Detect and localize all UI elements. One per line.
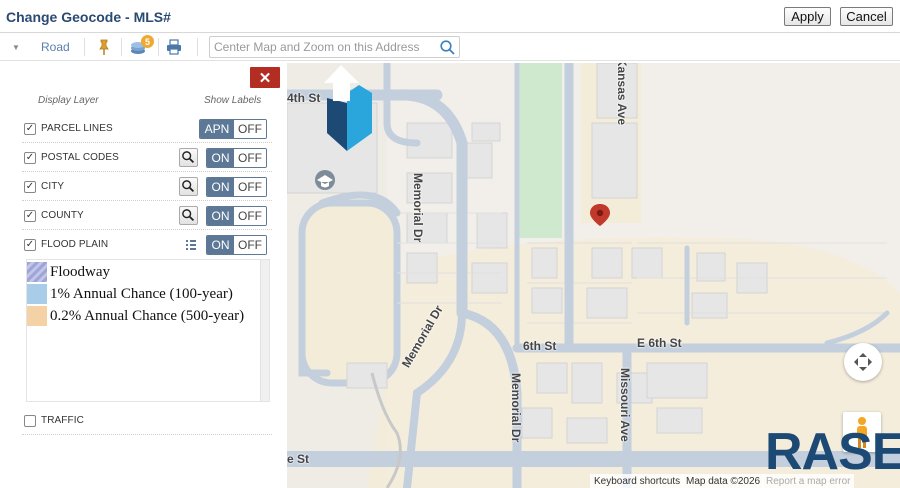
toggle-off[interactable]: OFF (234, 207, 266, 225)
search-icon[interactable] (439, 39, 456, 56)
rase-logo-icon (324, 65, 372, 151)
legend-label: 0.2% Annual Chance (500-year) (50, 307, 245, 324)
toggle-off[interactable]: OFF (234, 149, 266, 167)
street-label-bottom: e St (287, 452, 310, 466)
magnifier-icon (182, 151, 195, 164)
postal-codes-label-toggle[interactable]: ON OFF (206, 148, 267, 168)
layer-row-traffic: TRAFFIC (22, 409, 272, 435)
street-label-memorial-dr-south: Memorial Dr (509, 373, 523, 443)
map-type-road[interactable]: Road (41, 40, 70, 54)
display-layer-heading: Display Layer (38, 95, 99, 106)
address-search-box[interactable] (209, 36, 460, 58)
toggle-on[interactable]: ON (207, 178, 234, 196)
street-label-missouri-ave: Missouri Ave (618, 368, 632, 442)
parcel-lines-checkbox[interactable]: ✓ (24, 123, 36, 135)
street-label-kansas-ave: Kansas Ave (615, 63, 630, 125)
map-data-attribution: Map data ©2026 (682, 474, 765, 488)
keyboard-shortcuts-link[interactable]: Keyboard shortcuts (590, 474, 685, 488)
street-label-6th-st: 6th St (523, 339, 557, 353)
rase-logo-text: RASE (765, 423, 900, 481)
toggle-on[interactable]: ON (207, 149, 234, 167)
pushpin-icon[interactable] (94, 37, 114, 57)
layer-label: FLOOD PLAIN (41, 239, 109, 250)
500-year-swatch (27, 306, 47, 326)
apply-button[interactable]: Apply (784, 7, 831, 26)
legend-item-500-year: 0.2% Annual Chance (500-year) (27, 306, 244, 326)
flood-legend: Floodway 1% Annual Chance (100-year) 0.2… (26, 259, 270, 402)
toolbar-divider (197, 38, 198, 56)
layer-row-flood-plain: ✓ FLOOD PLAIN ON OFF (22, 233, 272, 259)
layer-panel: ✕ Display Layer Show Labels ✓ PARCEL LIN… (6, 66, 286, 488)
legend-list-icon[interactable] (185, 239, 197, 251)
legend-item-100-year: 1% Annual Chance (100-year) (27, 284, 233, 304)
city-zoom-button[interactable] (179, 177, 198, 196)
address-search-input[interactable] (214, 39, 439, 55)
floodway-swatch (27, 262, 47, 282)
traffic-checkbox[interactable] (24, 415, 36, 427)
county-checkbox[interactable]: ✓ (24, 210, 36, 222)
parcel-lines-label-toggle[interactable]: APN OFF (199, 119, 267, 139)
toolbar-divider (158, 38, 159, 56)
dialog-header: Change Geocode - MLS# Apply Cancel (0, 0, 900, 33)
dialog-title: Change Geocode - MLS# (6, 9, 171, 25)
street-label-e-6th-st: E 6th St (637, 336, 682, 350)
close-icon: ✕ (258, 69, 272, 87)
show-labels-heading: Show Labels (204, 95, 262, 106)
county-label-toggle[interactable]: ON OFF (206, 206, 267, 226)
toggle-on[interactable]: ON (207, 207, 234, 225)
flood-plain-checkbox[interactable]: ✓ (24, 239, 36, 251)
toolbar-divider (84, 38, 85, 56)
magnifier-icon (182, 180, 195, 193)
print-icon[interactable] (164, 37, 184, 57)
city-label-toggle[interactable]: ON OFF (206, 177, 267, 197)
cancel-button[interactable]: Cancel (840, 7, 893, 26)
toggle-on[interactable]: ON (207, 236, 234, 254)
report-map-error-link[interactable]: Report a map error (762, 474, 855, 488)
layer-label: COUNTY (41, 210, 84, 221)
100-year-swatch (27, 284, 47, 304)
layer-row-parcel-lines: ✓ PARCEL LINES APN OFF (22, 117, 272, 143)
park-area (517, 63, 562, 238)
layer-label: TRAFFIC (41, 415, 84, 426)
fullscreen-icon (854, 353, 872, 371)
city-checkbox[interactable]: ✓ (24, 181, 36, 193)
county-zoom-button[interactable] (179, 206, 198, 225)
legend-scrollbar[interactable] (260, 260, 269, 401)
layer-label: PARCEL LINES (41, 123, 113, 134)
legend-item-floodway: Floodway (27, 262, 110, 282)
legend-label: 1% Annual Chance (100-year) (50, 285, 233, 302)
layer-row-city: ✓ CITY ON OFF (22, 175, 272, 201)
map-toolbar: ▼ Road 5 (0, 33, 900, 61)
toggle-off[interactable]: OFF (234, 120, 266, 138)
postal-codes-zoom-button[interactable] (179, 148, 198, 167)
map-canvas[interactable]: 4th St Memorial Dr Kansas Ave Memorial D… (287, 63, 900, 488)
layer-row-postal-codes: ✓ POSTAL CODES ON OFF (22, 146, 272, 172)
toggle-off[interactable]: OFF (234, 236, 266, 254)
close-panel-button[interactable]: ✕ (250, 67, 280, 88)
postal-codes-checkbox[interactable]: ✓ (24, 152, 36, 164)
fullscreen-button[interactable] (844, 343, 882, 381)
magnifier-icon (182, 209, 195, 222)
flood-plain-label-toggle[interactable]: ON OFF (206, 235, 267, 255)
layer-label: CITY (41, 181, 65, 192)
layer-label: POSTAL CODES (41, 152, 119, 163)
toolbar-divider (121, 38, 122, 56)
toggle-off[interactable]: OFF (234, 178, 266, 196)
chevron-down-icon[interactable]: ▼ (12, 43, 20, 52)
layer-row-county: ✓ COUNTY ON OFF (22, 204, 272, 230)
toggle-apn[interactable]: APN (200, 120, 234, 138)
layers-count-badge: 5 (141, 35, 154, 48)
legend-label: Floodway (50, 263, 110, 280)
